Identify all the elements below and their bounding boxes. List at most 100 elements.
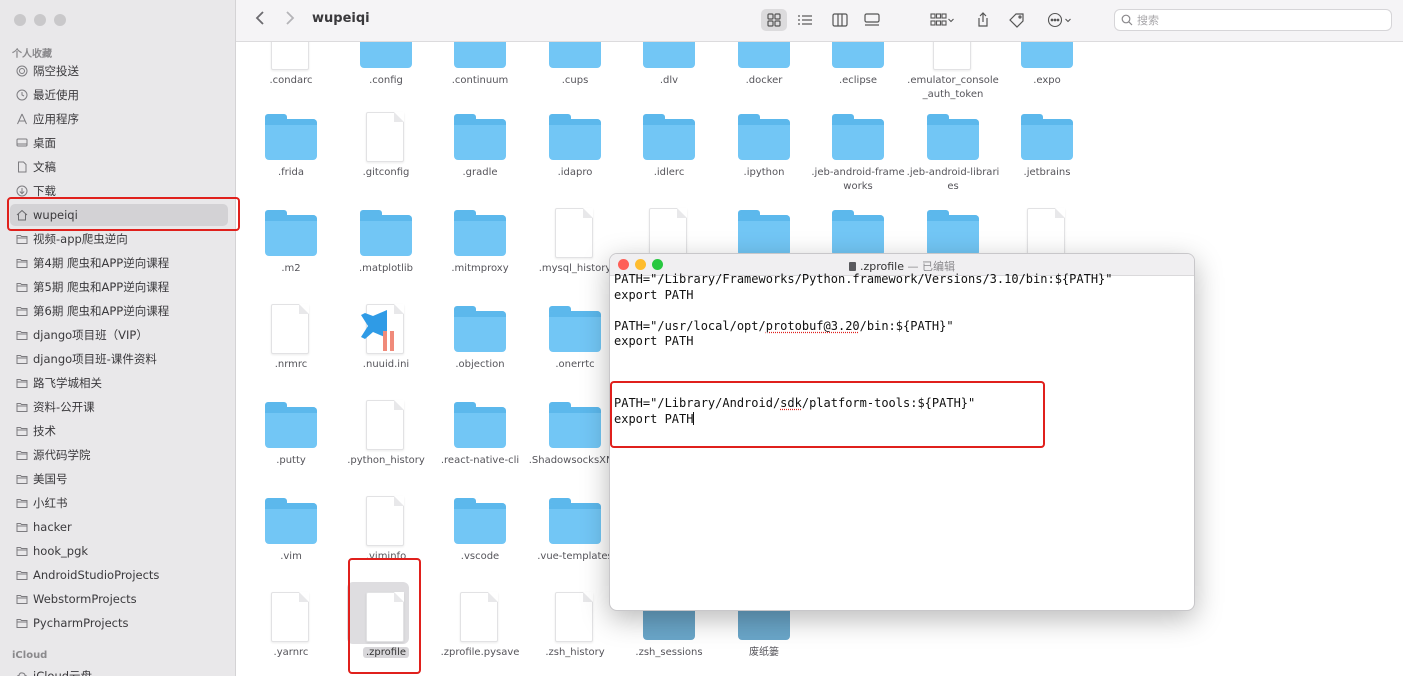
chevron-right-icon[interactable] <box>284 10 296 31</box>
sidebar-item-9[interactable]: 第5期 爬虫和APP逆向课程 <box>10 276 228 298</box>
sidebar-item-13[interactable]: 路飞学城相关 <box>10 372 228 394</box>
file-item[interactable]: .mitmproxy <box>433 192 527 288</box>
file-name: .condarc <box>269 75 313 86</box>
sidebar-item-21[interactable]: AndroidStudioProjects <box>10 564 228 586</box>
file-item[interactable]: .nrmrc <box>244 288 338 384</box>
file-item[interactable]: .idlerc <box>622 96 716 192</box>
sidebar-item-label: django项目班-课件资料 <box>33 352 157 366</box>
folder-icon <box>16 425 28 437</box>
file-item[interactable]: .expo <box>1000 42 1094 100</box>
tag-button[interactable] <box>1004 9 1030 31</box>
icon-view-button[interactable] <box>761 9 787 31</box>
chevron-left-icon[interactable] <box>254 10 266 31</box>
group-button[interactable] <box>925 9 959 31</box>
zoom-window-button[interactable] <box>54 14 66 26</box>
sidebar-item-18[interactable]: 小红书 <box>10 492 228 514</box>
sidebar-item-4[interactable]: 文稿 <box>10 156 228 178</box>
file-item[interactable]: .config <box>339 42 433 100</box>
folder-icon <box>927 210 979 256</box>
more-actions-button[interactable] <box>1042 9 1076 31</box>
sidebar-item-22[interactable]: WebstormProjects <box>10 588 228 610</box>
sidebar-item-label: AndroidStudioProjects <box>33 568 160 582</box>
sidebar-item-16[interactable]: 源代码学院 <box>10 444 228 466</box>
sidebar-item-12[interactable]: django项目班-课件资料 <box>10 348 228 370</box>
folder-icon <box>16 401 28 413</box>
file-name: .objection <box>455 359 505 370</box>
file-item[interactable]: .vue-templates <box>528 480 622 576</box>
file-item[interactable]: .zprofile.pysave <box>433 576 527 672</box>
sidebar-item-home[interactable]: wupeiqi <box>10 204 228 226</box>
editor-text-area[interactable]: PATH="/Library/Frameworks/Python.framewo… <box>614 272 1189 427</box>
file-item[interactable]: .jetbrains <box>1000 96 1094 192</box>
file-item[interactable]: .eclipse <box>811 42 905 100</box>
file-item[interactable]: .docker <box>717 42 811 100</box>
file-item[interactable]: .yarnrc <box>244 576 338 672</box>
minimize-window-button[interactable] <box>34 14 46 26</box>
folder-icon <box>643 606 695 640</box>
file-item[interactable]: .dlv <box>622 42 716 100</box>
editor-line: export PATH <box>614 334 694 348</box>
sidebar-item-8[interactable]: 第4期 爬虫和APP逆向课程 <box>10 252 228 274</box>
folder-icon <box>16 449 28 461</box>
file-item[interactable]: .m2 <box>244 192 338 288</box>
file-item-zprofile[interactable]: .zprofile <box>339 576 433 672</box>
sidebar-item-3[interactable]: 桌面 <box>10 132 228 154</box>
sidebar-item-7[interactable]: 视频-app爬虫逆向 <box>10 228 228 250</box>
file-item[interactable]: .objection <box>433 288 527 384</box>
column-view-button[interactable] <box>827 9 853 31</box>
sidebar-item-24[interactable]: iCloud云盘 <box>10 665 228 676</box>
sidebar-item-20[interactable]: hook_pgk <box>10 540 228 562</box>
close-window-button[interactable] <box>14 14 26 26</box>
sidebar-item-0[interactable]: 隔空投送 <box>10 60 228 82</box>
file-item[interactable]: .condarc <box>244 42 338 100</box>
folder-icon <box>16 305 28 317</box>
file-item[interactable]: .cups <box>528 42 622 100</box>
file-item[interactable]: .vim <box>244 480 338 576</box>
folder-icon <box>16 569 28 581</box>
file-name: .expo <box>1033 75 1061 86</box>
file-name: .mysql_history <box>538 263 612 274</box>
file-item[interactable]: .viminfo <box>339 480 433 576</box>
file-item[interactable]: .continuum <box>433 42 527 100</box>
file-item[interactable]: .idapro <box>528 96 622 192</box>
sidebar-item-15[interactable]: 技术 <box>10 420 228 442</box>
sidebar-item-10[interactable]: 第6期 爬虫和APP逆向课程 <box>10 300 228 322</box>
sidebar-item-1[interactable]: 最近使用 <box>10 84 228 106</box>
editor-line: export PATH <box>614 411 695 426</box>
file-item[interactable]: .ipython <box>717 96 811 192</box>
file-item[interactable]: .gradle <box>433 96 527 192</box>
file-item[interactable]: .ShadowsocksXNG <box>528 384 622 480</box>
search-input[interactable] <box>1137 13 1377 27</box>
file-item[interactable]: .zsh_history <box>528 576 622 672</box>
gallery-view-button[interactable] <box>859 9 885 31</box>
text-editor-window[interactable]: .zprofile — 已编辑 PATH="/Library/Framework… <box>609 253 1195 611</box>
text-caret <box>693 411 695 425</box>
file-name: .docker <box>745 75 783 86</box>
file-name: .ipython <box>743 167 785 178</box>
file-item[interactable]: .emulator_console_auth_token <box>906 42 1000 100</box>
file-item[interactable]: .gitconfig <box>339 96 433 192</box>
file-item[interactable]: .mysql_history <box>528 192 622 288</box>
sidebar-item-17[interactable]: 美国号 <box>10 468 228 490</box>
sidebar-item-11[interactable]: django项目班（VIP） <box>10 324 228 346</box>
sidebar-item-2[interactable]: 应用程序 <box>10 108 228 130</box>
file-item[interactable]: .matplotlib <box>339 192 433 288</box>
share-button[interactable] <box>970 9 996 31</box>
file-name: .onerrtc <box>555 359 595 370</box>
sidebar-item-19[interactable]: hacker <box>10 516 228 538</box>
file-item[interactable]: .frida <box>244 96 338 192</box>
file-item[interactable]: .jeb-android-frameworks <box>811 96 905 192</box>
file-item[interactable]: .nuuid.ini <box>339 288 433 384</box>
file-item[interactable]: .vscode <box>433 480 527 576</box>
file-item[interactable]: .jeb-android-libraries <box>906 96 1000 192</box>
folder-icon <box>1021 42 1073 68</box>
file-item[interactable]: .python_history <box>339 384 433 480</box>
sidebar-item-23[interactable]: PycharmProjects <box>10 612 228 634</box>
search-field[interactable] <box>1114 9 1392 31</box>
file-item[interactable]: .react-native-cli <box>433 384 527 480</box>
sidebar-item-14[interactable]: 资料-公开课 <box>10 396 228 418</box>
list-view-button[interactable] <box>792 9 818 31</box>
file-item[interactable]: .putty <box>244 384 338 480</box>
sidebar-item-5[interactable]: 下载 <box>10 180 228 202</box>
file-item[interactable]: .onerrtc <box>528 288 622 384</box>
